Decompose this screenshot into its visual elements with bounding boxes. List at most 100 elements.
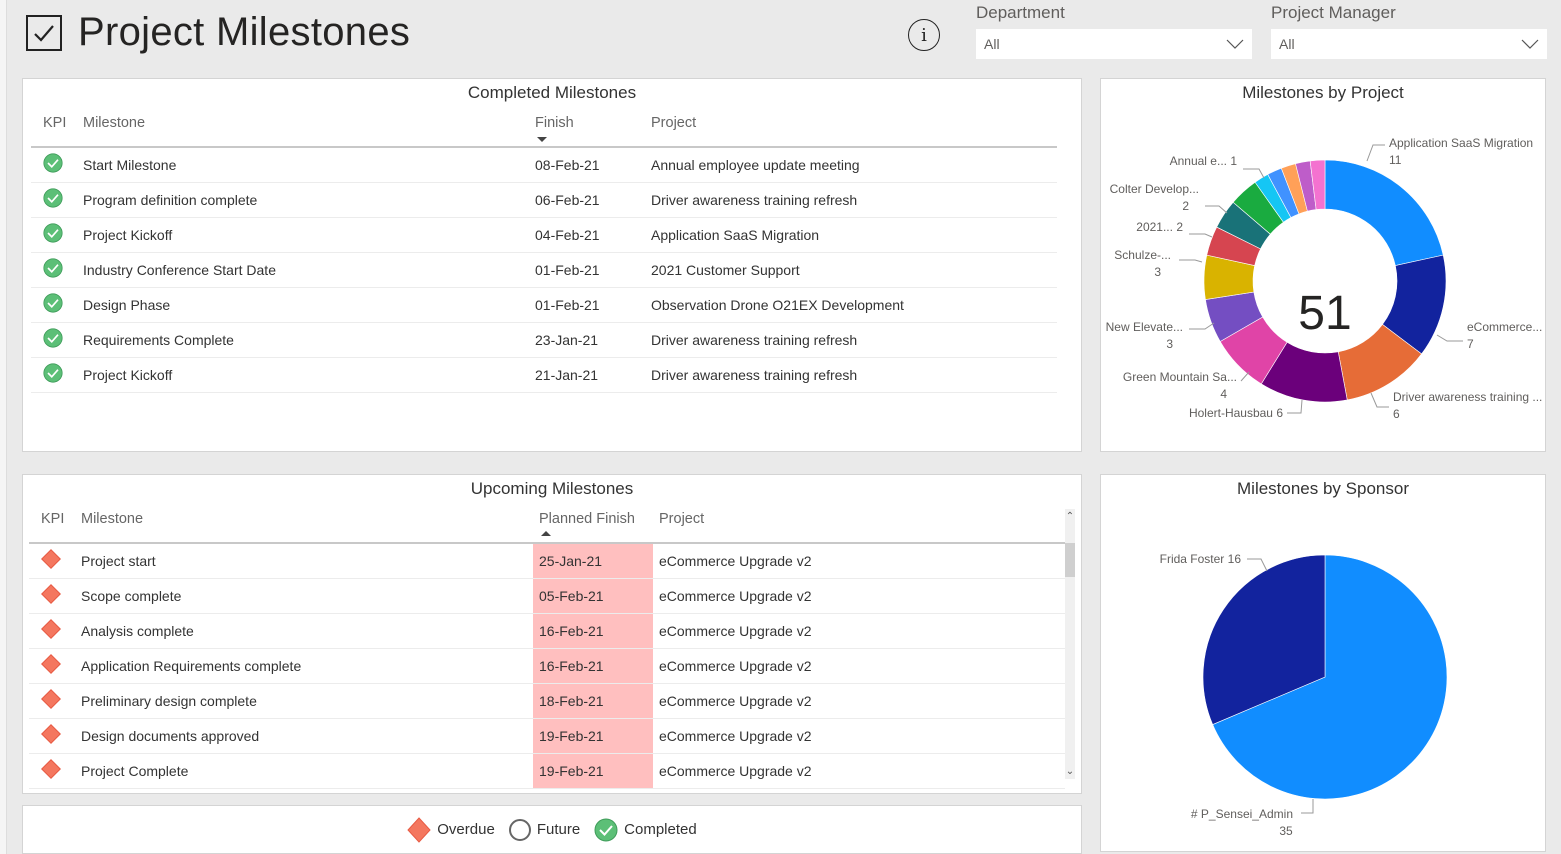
scroll-down-icon[interactable]: ⌄ <box>1065 766 1075 777</box>
data-value: 4 <box>1220 387 1227 401</box>
overdue-diamond-icon <box>41 654 61 674</box>
overdue-diamond-icon <box>407 816 431 843</box>
milestone-cell: Project start <box>81 543 533 579</box>
table-row[interactable]: Preliminary design complete 18-Feb-21 eCom… <box>29 683 1065 719</box>
completed-title: Completed Milestones <box>467 83 637 102</box>
project-cell: eCommerce Upgrade v2 <box>653 613 1065 649</box>
leader-line <box>1370 392 1389 408</box>
kpi-cell <box>31 357 83 393</box>
overdue-diamond-icon <box>41 549 61 570</box>
project-manager-slicer: Project Manager All <box>1271 3 1547 59</box>
leader-line <box>1366 144 1385 162</box>
finish-cell: 18-Feb-21 <box>533 683 653 719</box>
column-header-milestone[interactable]: Milestone <box>81 505 533 544</box>
data-value: 3 <box>1166 337 1173 351</box>
project-cell: eCommerce Upgrade v2 <box>653 683 1065 719</box>
overdue-diamond-icon <box>41 619 61 639</box>
project-cell: eCommerce Upgrade v2 <box>653 753 1065 789</box>
milestone-cell: Scope complete <box>81 578 533 614</box>
info-icon[interactable]: i <box>908 19 940 51</box>
left-edge <box>0 0 7 854</box>
finish-cell: 04-Feb-21 <box>535 217 651 253</box>
milestone-cell: Industry Conference Start Date <box>83 252 535 288</box>
column-header-kpi[interactable]: KPI <box>31 109 83 148</box>
future-circle-icon <box>508 818 531 841</box>
table-row[interactable]: Requirements Complete 23-Jan-21 Driver awa… <box>31 322 1057 358</box>
column-header-project[interactable]: Project <box>653 505 1065 544</box>
donut-title: Milestones by Project <box>1242 83 1404 102</box>
table-row[interactable]: Design Phase 01-Feb-21 Observation Drone O… <box>31 287 1057 323</box>
kpi-cell <box>31 322 83 358</box>
data-label: Frida Foster 16 <box>1160 552 1242 566</box>
table-row[interactable]: Design documents approved 19-Feb-21 eComme… <box>29 718 1065 754</box>
column-header-project[interactable]: Project <box>651 109 1057 148</box>
column-header-kpi[interactable]: KPI <box>29 505 81 544</box>
leader-line <box>1205 205 1228 214</box>
milestone-cell: Application Requirements complete <box>81 648 533 684</box>
data-label: Colter Develop... <box>1110 182 1199 196</box>
leader-line <box>1243 168 1265 179</box>
table-row[interactable]: Project Complete 19-Feb-21 eCommerce Upgra… <box>29 753 1065 789</box>
finish-cell: 06-Feb-21 <box>535 182 651 218</box>
data-value: 7 <box>1467 337 1474 351</box>
project-cell: Application SaaS Migration <box>651 217 1057 253</box>
data-value: 3 <box>1154 265 1161 279</box>
completed-check-icon <box>594 818 618 841</box>
legend-item-overdue: Overdue <box>407 816 495 843</box>
kpi-cell <box>31 287 83 323</box>
completed-check-icon <box>43 223 63 243</box>
completed-check-icon <box>43 363 63 383</box>
project-manager-dropdown[interactable]: All <box>1271 29 1547 59</box>
project-cell: eCommerce Upgrade v2 <box>653 543 1065 579</box>
kpi-legend: Overdue Future Completed <box>22 805 1082 854</box>
column-header-finish[interactable]: Finish <box>535 109 651 148</box>
milestones-by-project-panel: Milestones by Project Application SaaS M… <box>1100 78 1546 452</box>
table-row[interactable]: Program definition complete 06-Feb-21 Driv… <box>31 182 1057 218</box>
pie-title: Milestones by Sponsor <box>1237 479 1409 498</box>
chevron-down-icon <box>1521 39 1539 49</box>
table-row[interactable]: Industry Conference Start Date 01-Feb-21 2… <box>31 252 1057 288</box>
milestones-by-project-chart: Application SaaS Migration 11 eCommerce...… <box>1106 136 1543 421</box>
department-label: Department <box>976 3 1065 22</box>
department-dropdown[interactable]: All <box>976 29 1252 59</box>
table-row[interactable]: Project Kickoff 21-Jan-21 Driver awareness… <box>31 357 1057 393</box>
leader-line <box>1301 799 1314 814</box>
table-row[interactable]: Project Kickoff 04-Feb-21 Application SaaS… <box>31 217 1057 253</box>
data-label: Holert-Hausbau 6 <box>1189 406 1283 420</box>
leader-line <box>1179 259 1203 263</box>
data-value: 6 <box>1393 407 1400 421</box>
data-label: # P_Sensei_Admin <box>1191 807 1293 821</box>
table-row[interactable]: Application Requirements complete 16-Feb-… <box>29 648 1065 684</box>
upcoming-title: Upcoming Milestones <box>470 479 634 498</box>
legend-label: Completed <box>624 821 697 838</box>
kpi-cell <box>31 182 83 218</box>
kpi-cell <box>29 648 81 684</box>
table-row[interactable]: Start Milestone 08-Feb-21 Annual employee … <box>31 147 1057 183</box>
sort-ascending-icon <box>541 531 551 536</box>
table-row[interactable]: Scope complete 05-Feb-21 eCommerce Upgrade… <box>29 578 1065 614</box>
column-header-milestone[interactable]: Milestone <box>83 109 535 148</box>
kpi-cell <box>29 578 81 614</box>
table-row[interactable]: Project start 25-Jan-21 eCommerce Upgrade … <box>29 543 1065 579</box>
department-value: All <box>984 36 1000 52</box>
project-manager-value: All <box>1279 36 1295 52</box>
vertical-scrollbar[interactable]: ⌃ ⌄ <box>1065 509 1075 779</box>
data-label: New Elevate... <box>1106 320 1183 334</box>
kpi-cell <box>31 217 83 253</box>
sort-descending-icon <box>537 137 547 142</box>
leader-line <box>1189 322 1215 330</box>
data-label: eCommerce... <box>1467 320 1542 334</box>
column-header-planned-finish[interactable]: Planned Finish <box>533 505 653 544</box>
legend-label: Overdue <box>437 821 495 838</box>
leader-line <box>1287 399 1303 414</box>
overdue-diamond-icon <box>41 584 61 604</box>
donut-center-total: 51 <box>1298 287 1351 340</box>
milestone-cell: Design Phase <box>83 287 535 323</box>
table-row[interactable]: Analysis complete 16-Feb-21 eCommerce Upgr… <box>29 613 1065 649</box>
donut-slice[interactable] <box>1324 159 1444 266</box>
scroll-up-icon[interactable]: ⌃ <box>1065 511 1075 522</box>
kpi-cell <box>29 683 81 719</box>
completed-check-icon <box>43 188 63 208</box>
scroll-thumb[interactable] <box>1065 543 1075 577</box>
milestones-by-sponsor-panel: Milestones by Sponsor # P_Sensei_Admin 35… <box>1100 474 1546 852</box>
